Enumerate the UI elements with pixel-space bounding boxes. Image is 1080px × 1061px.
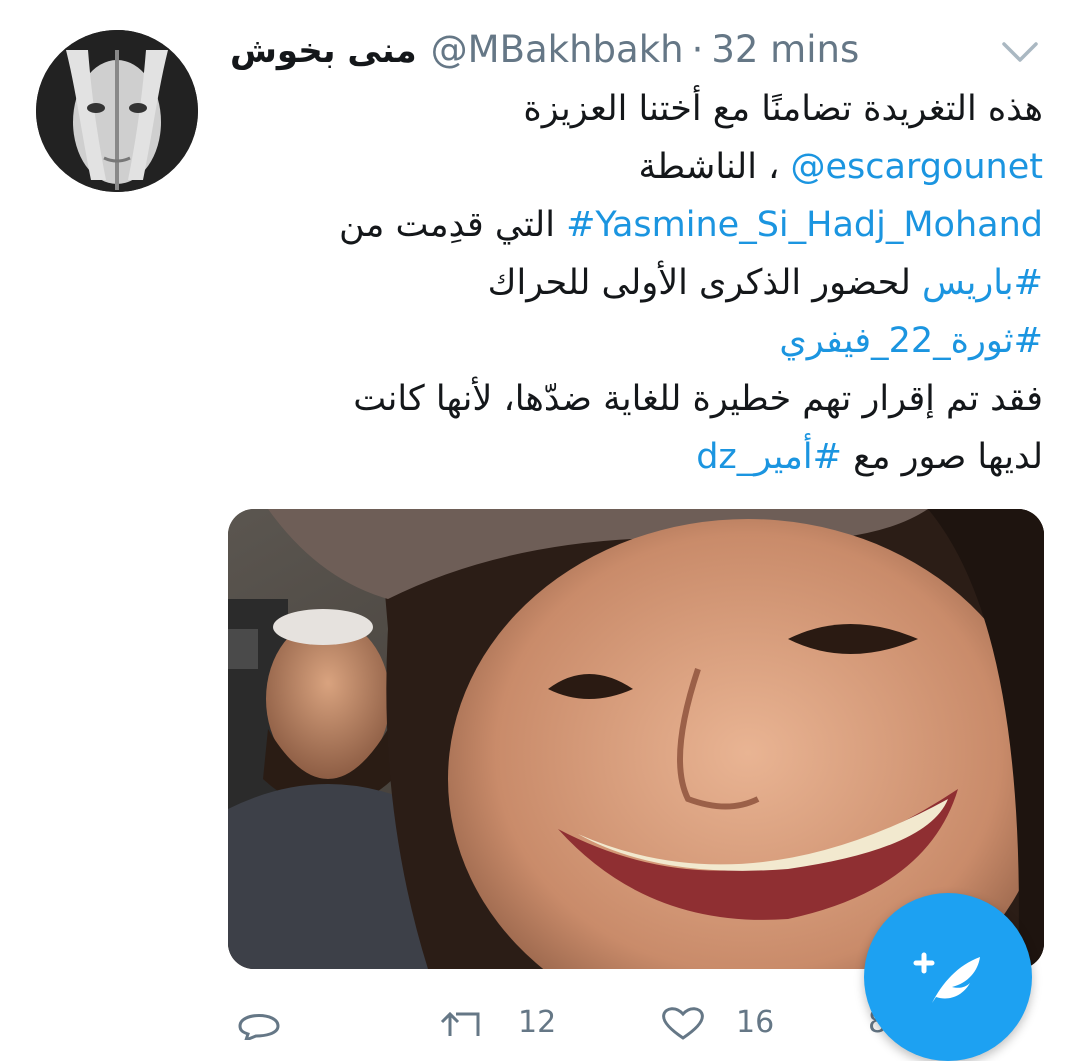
like-count: 16: [736, 1005, 775, 1040]
retweet-button[interactable]: 12: [438, 1000, 556, 1040]
chevron-down-icon[interactable]: [1000, 38, 1040, 66]
tweet-actions: 12 16 8: [228, 1000, 928, 1040]
avatar-image: [36, 30, 198, 192]
display-name[interactable]: منى بخوش: [230, 31, 417, 71]
hashtag-link[interactable]: #ثورة_22_فيفري: [779, 321, 1043, 361]
user-handle[interactable]: @MBakhbakh: [431, 28, 684, 71]
retweet-icon: [440, 1011, 480, 1036]
hashtag-link[interactable]: #باريس: [922, 263, 1043, 303]
separator-dot: ·: [691, 28, 704, 71]
tweet-text: هذه التغريدة تضامنًا مع أختنا العزيزة @e…: [243, 80, 1043, 486]
retweet-count: 12: [518, 1005, 557, 1040]
tweet-line: @escargounet ، الناشطة: [638, 147, 1044, 187]
avatar[interactable]: [36, 30, 198, 192]
like-button[interactable]: 16: [658, 1000, 774, 1040]
reply-button[interactable]: [234, 1000, 284, 1040]
compose-tweet-icon: [913, 952, 980, 1003]
hashtag-link[interactable]: #أمير_dz: [696, 437, 842, 477]
tweet-header: منى بخوش @MBakhbakh · 32 mins: [230, 24, 920, 76]
compose-tweet-button[interactable]: [864, 893, 1032, 1061]
tweet-line: لديها صور مع #أمير_dz: [696, 437, 1043, 477]
tweet-line: #باريس لحضور الذكرى الأولى للحراك: [487, 263, 1043, 303]
heart-icon: [662, 1007, 704, 1040]
tweet-line: فقد تم إقرار تهم خطيرة للغاية ضدّها، لأن…: [353, 379, 1043, 419]
hashtag-link[interactable]: #Yasmine_Si_Hadj_Mohand: [566, 205, 1043, 245]
reply-icon: [238, 1014, 280, 1040]
tweet-line: #ثورة_22_فيفري: [243, 312, 1043, 370]
tweet-line: هذه التغريدة تضامنًا مع أختنا العزيزة: [523, 89, 1043, 129]
tweet-timestamp[interactable]: 32 mins: [711, 28, 859, 71]
tweet-line: #Yasmine_Si_Hadj_Mohand التي قدِمت من: [338, 205, 1043, 245]
mention-link[interactable]: @escargounet: [791, 147, 1044, 187]
